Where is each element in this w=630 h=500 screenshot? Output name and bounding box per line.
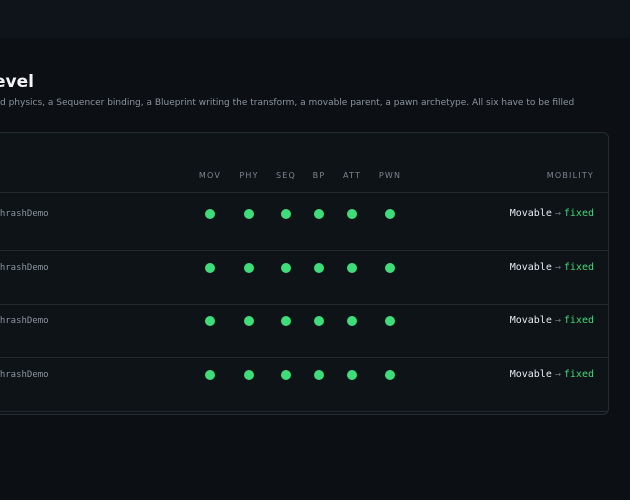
row-name: /ThrashDemo <box>0 209 49 219</box>
table-row[interactable]: /ThrashDemo Movable→fixed <box>0 304 608 358</box>
page-subtitle: d physics, a Sequencer binding, a Bluepr… <box>0 98 575 108</box>
arrow-right-icon: → <box>554 208 561 219</box>
top-bar <box>0 0 630 38</box>
column-header-seq[interactable]: SEQ <box>276 171 296 180</box>
status-dot-seq <box>281 316 291 326</box>
status-dot-pwn <box>385 316 395 326</box>
mobility-to: fixed <box>563 315 594 326</box>
mobility-change: Movable → fixed <box>510 262 594 273</box>
column-header-mov[interactable]: MOV <box>199 171 221 180</box>
column-header-att[interactable]: ATT <box>343 171 361 180</box>
status-dot-bp <box>314 316 324 326</box>
status-dot-mov <box>205 263 215 273</box>
mobility-from: Movable <box>509 262 552 273</box>
mobility-table-panel: MOV PHY SEQ BP ATT PWN MOBILITY /ThrashD… <box>0 132 609 415</box>
status-dot-phy <box>244 209 254 219</box>
status-dot-mov <box>205 370 215 380</box>
table-row[interactable]: /ThrashDemo Movable→fixed <box>0 251 608 305</box>
mobility-from: Movable <box>509 369 552 380</box>
page-title: evel <box>0 72 34 92</box>
mobility-to: fixed <box>563 369 594 380</box>
status-dot-phy <box>244 316 254 326</box>
arrow-right-icon: → <box>554 315 561 326</box>
column-header-bp[interactable]: BP <box>313 171 326 180</box>
status-dot-phy <box>244 370 254 380</box>
status-dot-att <box>347 370 357 380</box>
column-header-phy[interactable]: PHY <box>239 171 258 180</box>
column-header-pwn[interactable]: PWN <box>379 171 401 180</box>
mobility-change: Movable → fixed <box>510 208 594 219</box>
mobility-from: Movable <box>509 315 552 326</box>
mobility-to: fixed <box>563 208 594 219</box>
table-row[interactable]: /ThrashDemo Movable→fixed <box>0 358 608 412</box>
row-name: /ThrashDemo <box>0 370 49 380</box>
mobility-from: Movable <box>509 208 552 219</box>
status-dot-att <box>347 316 357 326</box>
table-header: MOV PHY SEQ BP ATT PWN MOBILITY <box>0 133 608 193</box>
status-dot-pwn <box>385 209 395 219</box>
status-dot-mov <box>205 316 215 326</box>
status-dot-bp <box>314 209 324 219</box>
table-row[interactable]: /ThrashDemo Movable→fixed <box>0 197 608 251</box>
status-dot-bp <box>314 263 324 273</box>
status-dot-att <box>347 263 357 273</box>
row-name: /ThrashDemo <box>0 263 49 273</box>
status-dot-seq <box>281 209 291 219</box>
column-header-mobility[interactable]: MOBILITY <box>547 171 594 180</box>
status-dot-seq <box>281 370 291 380</box>
arrow-right-icon: → <box>554 369 561 380</box>
mobility-change: Movable → fixed <box>510 369 594 380</box>
arrow-right-icon: → <box>554 262 561 273</box>
status-dot-pwn <box>385 263 395 273</box>
row-name: /ThrashDemo <box>0 316 49 326</box>
status-dot-att <box>347 209 357 219</box>
status-dot-pwn <box>385 370 395 380</box>
mobility-change: Movable → fixed <box>510 315 594 326</box>
status-dot-mov <box>205 209 215 219</box>
mobility-to: fixed <box>563 262 594 273</box>
status-dot-seq <box>281 263 291 273</box>
status-dot-bp <box>314 370 324 380</box>
status-dot-phy <box>244 263 254 273</box>
